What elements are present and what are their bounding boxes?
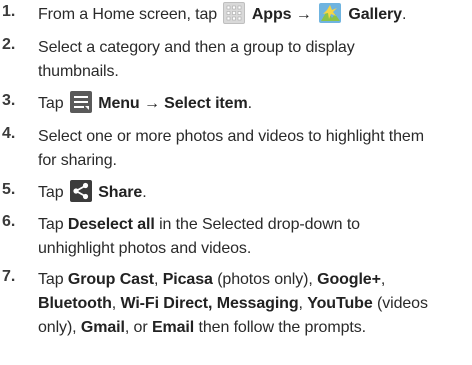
step-text-segment: in the Selected drop-down to — [159, 216, 360, 233]
wifi-direct-label: Wi-Fi Direct, — [120, 295, 213, 312]
step-text-segment: , — [153, 271, 159, 288]
share-label: Share — [98, 184, 143, 201]
step-text-line: thumbnails. — [38, 63, 119, 80]
menu-select-item-label: Menu → Select item — [98, 95, 248, 112]
step-text: Select one or more photos and videos to … — [38, 125, 468, 173]
step-text-line: Select a category and then a group to di… — [38, 39, 355, 56]
gallery-label: Gallery — [348, 6, 402, 24]
youtube-label: YouTube — [307, 295, 373, 312]
email-label: Email — [151, 319, 195, 336]
step-text-line: Bluetooth, Wi-Fi Direct, Messaging, YouT… — [38, 292, 468, 316]
step-text-line: Tap Deselect all in the Selected drop-do… — [38, 213, 468, 237]
step-text-line: for sharing. — [38, 152, 117, 169]
group-cast-label: Group Cast — [67, 271, 154, 288]
step-text-segment: , — [298, 295, 303, 312]
apps-grid-icon — [223, 2, 246, 24]
step-text-segment: Tap — [38, 184, 64, 201]
instruction-list: 1. From a Home screen, tap Apps → Galler… — [0, 0, 472, 365]
step-text-segment: (photos only), — [217, 271, 313, 288]
step-number: 5. — [2, 181, 16, 198]
step-text-line: only), Gmail, or Email then follow the p… — [38, 316, 468, 340]
share-icon — [69, 179, 92, 202]
step-text: Tap Group Cast, Picasa (photos only), Go… — [38, 268, 468, 340]
gallery-icon — [318, 1, 342, 25]
apps-label: Apps → — [251, 6, 312, 24]
deselect-all-label: Deselect all — [67, 216, 155, 233]
step-number: 1. — [2, 3, 16, 20]
step-text-line: Tap Group Cast, Picasa (photos only), Go… — [38, 268, 468, 292]
step-text-segment: From a Home screen, tap — [38, 6, 218, 24]
step-text-segment: . — [401, 6, 407, 24]
step-text-segment: . — [247, 95, 252, 112]
messaging-label: Messaging — [216, 295, 299, 312]
bluetooth-label: Bluetooth — [38, 295, 112, 312]
picasa-label: Picasa — [162, 271, 213, 288]
step-text-line: Select one or more photos and videos to … — [38, 128, 424, 145]
step-text-segment: then follow the prompts. — [198, 319, 367, 336]
step-number: 2. — [2, 36, 16, 53]
step-text-segment: , — [111, 295, 117, 312]
step-text: Tap Deselect all in the Selected drop-do… — [38, 213, 468, 261]
step-text-segment: Tap — [38, 95, 64, 112]
step-text: Tap Share. — [38, 179, 468, 205]
step-number: 3. — [2, 92, 16, 109]
step-text-segment: Tap — [38, 216, 64, 233]
step-text: From a Home screen, tap Apps → Gallery. — [38, 1, 468, 27]
step-text-line: unhighlight photos and videos. — [38, 240, 252, 257]
step-text-segment: only), — [38, 319, 77, 336]
gmail-label: Gmail — [80, 319, 125, 336]
step-number: 7. — [2, 268, 16, 285]
step-text-segment: , or — [124, 319, 148, 336]
step-text-segment: . — [142, 184, 147, 201]
step-number: 4. — [2, 125, 16, 142]
step-text: Tap Menu → Select item. — [38, 90, 468, 116]
step-number: 6. — [2, 213, 16, 230]
google-plus-label: Google+ — [317, 271, 381, 288]
step-text-segment: Tap — [38, 271, 64, 288]
step-text-segment: (videos — [376, 295, 428, 312]
step-text: Select a category and then a group to di… — [38, 36, 468, 84]
step-text-segment: , — [380, 271, 386, 288]
menu-icon — [69, 90, 92, 113]
